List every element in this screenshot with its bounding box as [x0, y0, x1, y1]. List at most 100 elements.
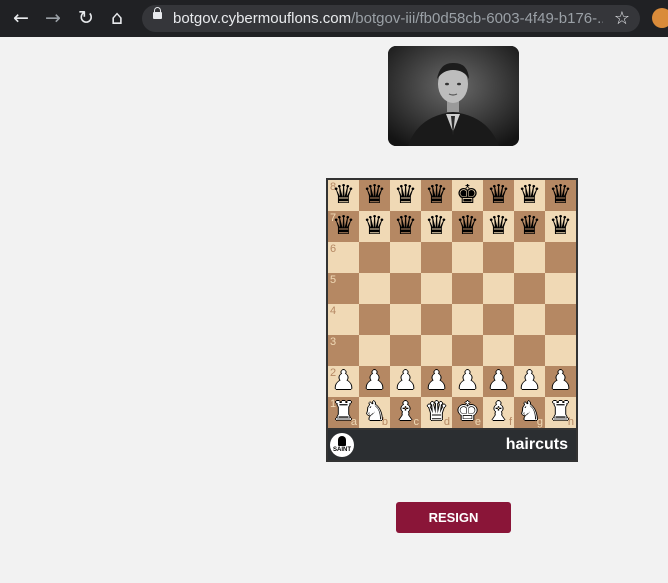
black-queen-icon[interactable]: ♛ [483, 180, 514, 211]
board-square[interactable] [483, 335, 514, 366]
board-square[interactable] [483, 242, 514, 273]
board-square[interactable]: f ♝ [483, 397, 514, 428]
board-square[interactable] [452, 242, 483, 273]
board-square[interactable] [545, 335, 576, 366]
black-king-icon[interactable]: ♚ [452, 180, 483, 211]
white-pawn-icon[interactable]: ♟ [359, 366, 390, 397]
board-square[interactable]: ♛ [514, 211, 545, 242]
black-queen-icon[interactable]: ♛ [328, 211, 359, 242]
white-knight-icon[interactable]: ♞ [359, 397, 390, 428]
board-square[interactable] [359, 335, 390, 366]
board-square[interactable]: 7 ♛ [328, 211, 359, 242]
board-square[interactable]: ♛ [390, 211, 421, 242]
board-square[interactable]: ♛ [545, 180, 576, 211]
board-square[interactable]: 1 a ♜ [328, 397, 359, 428]
board-square[interactable] [452, 335, 483, 366]
board-square[interactable] [545, 304, 576, 335]
board-square[interactable] [390, 273, 421, 304]
black-queen-icon[interactable]: ♛ [545, 180, 576, 211]
board-square[interactable] [359, 304, 390, 335]
white-pawn-icon[interactable]: ♟ [545, 366, 576, 397]
board-square[interactable]: ♛ [483, 211, 514, 242]
board-square[interactable] [390, 304, 421, 335]
black-queen-icon[interactable]: ♛ [452, 211, 483, 242]
board-square[interactable] [483, 273, 514, 304]
white-rook-icon[interactable]: ♜ [328, 397, 359, 428]
board-square[interactable]: 2 ♟ [328, 366, 359, 397]
black-queen-icon[interactable]: ♛ [390, 180, 421, 211]
black-queen-icon[interactable]: ♛ [359, 180, 390, 211]
board-square[interactable]: ♟ [483, 366, 514, 397]
white-bishop-icon[interactable]: ♝ [390, 397, 421, 428]
board-square[interactable]: ♛ [421, 180, 452, 211]
board-square[interactable]: ♛ [545, 211, 576, 242]
black-queen-icon[interactable]: ♛ [514, 211, 545, 242]
black-queen-icon[interactable]: ♛ [483, 211, 514, 242]
board-square[interactable]: ♟ [452, 366, 483, 397]
board-square[interactable] [545, 273, 576, 304]
board-square[interactable]: ♛ [359, 211, 390, 242]
board-square[interactable]: 8 ♛ [328, 180, 359, 211]
home-icon[interactable]: ⌂ [105, 6, 129, 30]
board-square[interactable]: ♟ [421, 366, 452, 397]
board-square[interactable] [359, 273, 390, 304]
back-arrow-icon[interactable]: ← [9, 6, 33, 30]
board-square[interactable] [452, 304, 483, 335]
board-square[interactable]: c ♝ [390, 397, 421, 428]
resign-button[interactable]: RESIGN [396, 502, 511, 533]
board-square[interactable] [452, 273, 483, 304]
reload-icon[interactable]: ↻ [74, 6, 98, 30]
extension-icon[interactable] [652, 8, 668, 28]
board-square[interactable]: 3 [328, 335, 359, 366]
board-square[interactable]: ♛ [390, 180, 421, 211]
black-queen-icon[interactable]: ♛ [390, 211, 421, 242]
white-bishop-icon[interactable]: ♝ [483, 397, 514, 428]
chess-board[interactable]: 8 ♛ ♛ ♛ ♛ ♚ ♛ ♛ ♛ 7 ♛ ♛ ♛ ♛ ♛ ♛ ♛ ♛ 6 5 4 3 2 ♟ ♟ ♟ ♟ ♟ ♟ ♟ ♟ 1 a ♜ b ♞ c ♝ d ♛… [328, 180, 576, 428]
board-square[interactable] [421, 304, 452, 335]
board-square[interactable] [483, 304, 514, 335]
board-square[interactable]: ♟ [545, 366, 576, 397]
board-square[interactable]: ♟ [514, 366, 545, 397]
black-queen-icon[interactable]: ♛ [514, 180, 545, 211]
board-square[interactable]: 4 [328, 304, 359, 335]
white-pawn-icon[interactable]: ♟ [452, 366, 483, 397]
board-square[interactable]: ♛ [452, 211, 483, 242]
board-square[interactable]: ♛ [359, 180, 390, 211]
white-pawn-icon[interactable]: ♟ [328, 366, 359, 397]
board-square[interactable]: ♟ [359, 366, 390, 397]
black-queen-icon[interactable]: ♛ [421, 211, 452, 242]
black-queen-icon[interactable]: ♛ [359, 211, 390, 242]
board-square[interactable] [514, 242, 545, 273]
board-square[interactable] [421, 335, 452, 366]
black-queen-icon[interactable]: ♛ [328, 180, 359, 211]
white-queen-icon[interactable]: ♛ [421, 397, 452, 428]
board-square[interactable]: ♛ [514, 180, 545, 211]
board-square[interactable] [390, 242, 421, 273]
white-pawn-icon[interactable]: ♟ [421, 366, 452, 397]
board-square[interactable] [514, 335, 545, 366]
white-rook-icon[interactable]: ♜ [545, 397, 576, 428]
board-square[interactable]: e ♚ [452, 397, 483, 428]
url-text[interactable]: botgov.cybermouflons.com/botgov-iii/fb0d… [173, 5, 603, 32]
board-square[interactable]: 5 [328, 273, 359, 304]
board-square[interactable] [390, 335, 421, 366]
board-square[interactable] [421, 273, 452, 304]
board-square[interactable]: ♛ [483, 180, 514, 211]
board-square[interactable]: b ♞ [359, 397, 390, 428]
board-square[interactable]: ♚ [452, 180, 483, 211]
board-square[interactable]: 6 [328, 242, 359, 273]
white-pawn-icon[interactable]: ♟ [514, 366, 545, 397]
white-pawn-icon[interactable]: ♟ [483, 366, 514, 397]
white-pawn-icon[interactable]: ♟ [390, 366, 421, 397]
board-square[interactable]: h ♜ [545, 397, 576, 428]
board-square[interactable] [545, 242, 576, 273]
white-king-icon[interactable]: ♚ [452, 397, 483, 428]
board-square[interactable]: ♛ [421, 211, 452, 242]
forward-arrow-icon[interactable]: → [41, 6, 65, 30]
board-square[interactable] [359, 242, 390, 273]
black-queen-icon[interactable]: ♛ [545, 211, 576, 242]
board-square[interactable]: d ♛ [421, 397, 452, 428]
black-queen-icon[interactable]: ♛ [421, 180, 452, 211]
address-bar[interactable]: botgov.cybermouflons.com/botgov-iii/fb0d… [142, 5, 640, 32]
board-square[interactable] [514, 273, 545, 304]
